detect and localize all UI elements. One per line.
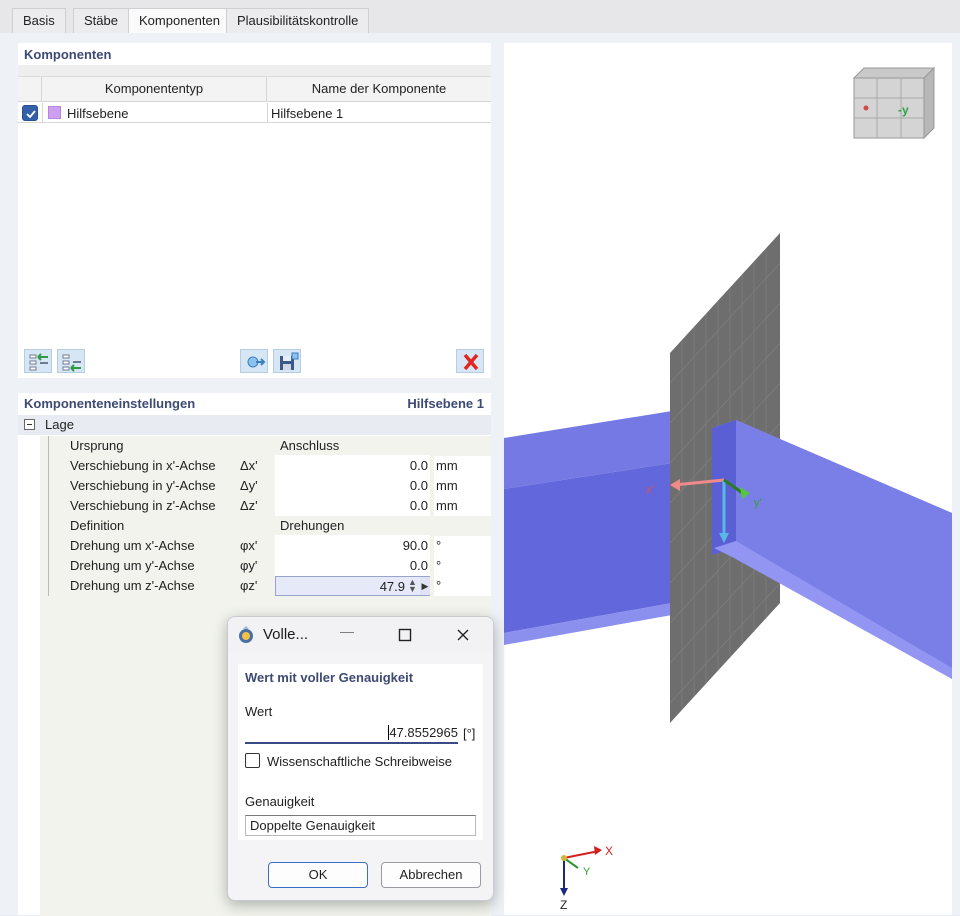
prop-symbol: φx'	[240, 538, 258, 553]
prop-unit: °	[434, 576, 491, 596]
global-z-label: Z	[560, 898, 567, 912]
prop-row-drehung-z[interactable]: Drehung um z'-Achse φz' 47.9 ▲ ▼ ▶ °	[40, 576, 491, 596]
prop-name: Verschiebung in y'-Achse	[70, 478, 216, 493]
dialog-titlebar[interactable]: Volle... —	[228, 617, 493, 653]
component-color-swatch	[48, 106, 61, 119]
prop-value: Anschluss	[275, 436, 430, 456]
full-precision-dialog[interactable]: Volle... — Wert mit voller Genauigkeit W…	[227, 616, 494, 901]
tab-basis[interactable]: Basis	[12, 8, 66, 33]
precision-field[interactable]: Doppelte Genauigkeit	[245, 815, 476, 836]
prop-value[interactable]: 0.0	[275, 476, 430, 496]
prop-row-ursprung[interactable]: Ursprung Anschluss	[40, 436, 491, 456]
dialog-heading: Wert mit voller Genauigkeit	[245, 670, 414, 685]
minimize-icon[interactable]: —	[332, 623, 362, 647]
component-name-cell[interactable]: Hilfsebene 1	[271, 104, 343, 123]
y-local-label: y'	[754, 497, 762, 509]
value-unit: [°]	[463, 726, 476, 741]
precision-label: Genauigkeit	[245, 794, 315, 809]
prop-value[interactable]: 90.0	[275, 536, 430, 556]
components-panel: Komponenten Komponententyp Name der Komp…	[18, 43, 491, 378]
insert-component-button[interactable]	[24, 349, 52, 373]
dialog-body: Wert mit voller Genauigkeit Wert 47.8552…	[238, 664, 483, 840]
3d-view[interactable]: x' y' X Y Z -y	[504, 43, 952, 915]
prop-value[interactable]: 0.0	[275, 496, 430, 516]
collapse-icon[interactable]	[24, 419, 35, 430]
column-header-type[interactable]: Komponententyp	[42, 77, 267, 102]
insert-below-button[interactable]	[57, 349, 85, 373]
value-text: 47.8552965	[388, 725, 458, 740]
prop-symbol: φz'	[240, 578, 258, 593]
prop-value[interactable]: 0.0	[275, 556, 430, 576]
save-button[interactable]	[273, 349, 301, 373]
nav-cube-icon[interactable]: -y	[852, 66, 936, 140]
prop-name: Definition	[70, 518, 125, 533]
prop-symbol: φy'	[240, 558, 258, 573]
prop-row-verschiebung-y[interactable]: Verschiebung in y'-Achse Δy' 0.0 mm	[40, 476, 491, 496]
settings-panel-title: Komponenteneinstellungen	[24, 396, 196, 411]
prop-unit: °	[434, 536, 491, 556]
3d-scene: x' y' X Y Z -y	[504, 66, 952, 912]
prop-value[interactable]: 0.0	[275, 456, 430, 476]
prop-name: Verschiebung in x'-Achse	[70, 458, 216, 473]
group-lage-label: Lage	[45, 417, 74, 432]
nav-cube-face-label: -y	[898, 103, 909, 117]
close-icon[interactable]	[448, 623, 478, 647]
prop-name: Ursprung	[70, 438, 124, 453]
group-lage[interactable]: Lage	[18, 415, 491, 435]
prop-row-drehung-x[interactable]: Drehung um x'-Achse φx' 90.0 °	[40, 536, 491, 556]
prop-row-verschiebung-z[interactable]: Verschiebung in z'-Achse Δz' 0.0 mm	[40, 496, 491, 516]
tab-plausibilitaetskontrolle[interactable]: Plausibilitätskontrolle	[226, 8, 370, 33]
prop-symbol: Δx'	[240, 458, 258, 473]
x-local-label: x'	[646, 484, 654, 496]
prop-unit: mm	[434, 496, 491, 516]
column-header-name[interactable]: Name der Komponente	[267, 77, 491, 102]
global-x-label: X	[605, 844, 613, 858]
prop-value: Drehungen	[275, 516, 430, 536]
prop-name: Verschiebung in z'-Achse	[70, 498, 216, 513]
grid-head-check	[18, 77, 42, 102]
prop-unit: mm	[434, 456, 491, 476]
prop-row-verschiebung-x[interactable]: Verschiebung in x'-Achse Δx' 0.0 mm	[40, 456, 491, 476]
prop-name: Drehung um x'-Achse	[70, 538, 195, 553]
ok-button[interactable]: OK	[268, 862, 368, 888]
delete-button[interactable]	[456, 349, 484, 373]
value-field[interactable]: 47.8552965	[245, 724, 458, 744]
components-panel-title: Komponenten	[24, 47, 112, 62]
prop-symbol: Δy'	[240, 478, 258, 493]
prop-unit: mm	[434, 476, 491, 496]
prop-value-editing[interactable]: 47.9	[275, 576, 430, 596]
export-button[interactable]	[240, 349, 268, 373]
property-grid: Ursprung Anschluss Verschiebung in x'-Ac…	[40, 436, 491, 596]
right-beam-web	[736, 420, 952, 679]
prop-row-drehung-y[interactable]: Drehung um y'-Achse φy' 0.0 °	[40, 556, 491, 576]
spin-icon[interactable]: ▲ ▼	[408, 578, 417, 594]
dialog-app-icon	[239, 626, 253, 643]
tab-komponenten[interactable]: Komponenten	[128, 8, 231, 33]
prop-unit: °	[434, 556, 491, 576]
prop-row-definition[interactable]: Definition Drehungen	[40, 516, 491, 536]
global-x-axis	[563, 850, 600, 859]
dialog-title: Volle...	[263, 626, 309, 643]
prop-name: Drehung um z'-Achse	[70, 578, 195, 593]
prop-name: Drehung um y'-Achse	[70, 558, 195, 573]
tab-bar: Basis Stäbe Komponenten Plausibilitätsko…	[0, 0, 960, 33]
component-type-cell[interactable]: Hilfsebene	[67, 104, 128, 123]
scientific-notation-label: Wissenschaftliche Schreibweise	[267, 754, 452, 769]
expand-arrow-icon[interactable]: ▶	[420, 577, 430, 595]
prop-symbol: Δz'	[240, 498, 258, 513]
cancel-button[interactable]: Abbrechen	[381, 862, 481, 888]
maximize-icon[interactable]	[390, 623, 420, 647]
scientific-notation-checkbox[interactable]	[245, 753, 260, 768]
value-label: Wert	[245, 704, 273, 719]
tab-staebe[interactable]: Stäbe	[73, 8, 129, 33]
grid-header-band	[18, 65, 491, 77]
selected-component-label: Hilfsebene 1	[407, 396, 484, 411]
component-checkbox[interactable]	[22, 105, 38, 121]
global-y-label: Y	[583, 866, 591, 878]
